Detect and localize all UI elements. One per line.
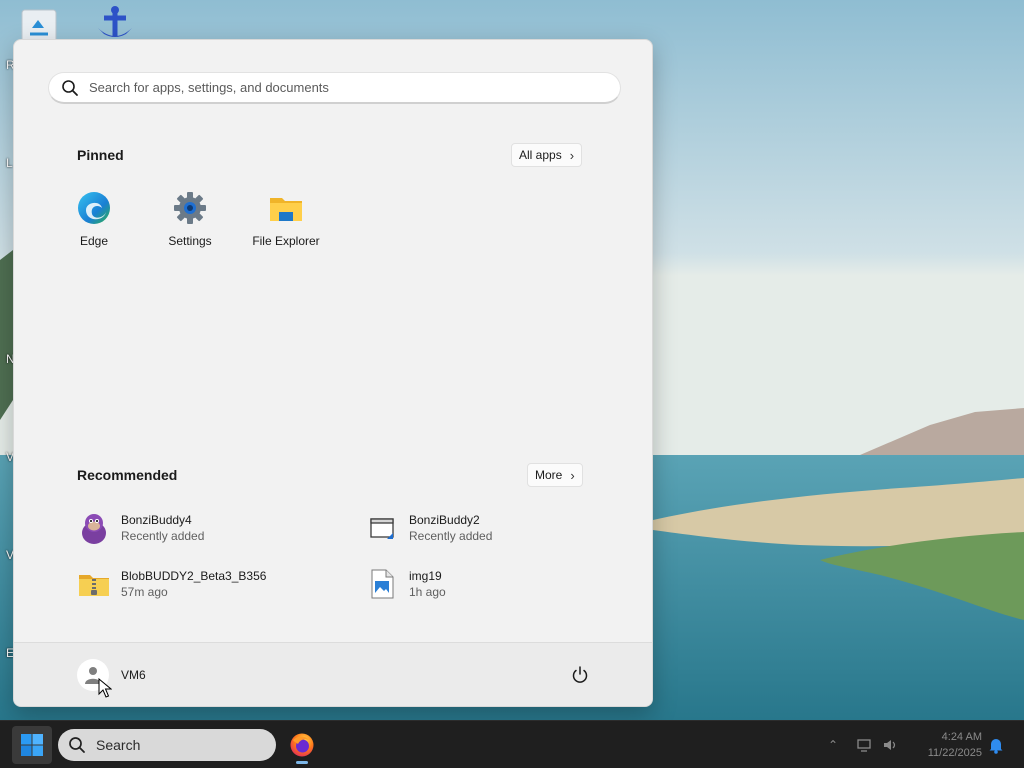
- taskbar-app-firefox[interactable]: [282, 725, 322, 765]
- recommended-item-img19[interactable]: img19 1h ago: [365, 564, 635, 604]
- folder-icon: [270, 198, 302, 221]
- more-label: More: [535, 468, 563, 482]
- windows-logo-icon: [21, 734, 43, 756]
- search-icon: [69, 737, 85, 753]
- more-button[interactable]: More ›: [527, 463, 583, 487]
- power-icon[interactable]: [570, 665, 590, 685]
- pinned-app-label: Settings: [168, 234, 212, 248]
- running-indicator: [296, 761, 308, 764]
- pinned-app-label: Edge: [79, 234, 109, 248]
- start-button[interactable]: [12, 726, 52, 764]
- chevron-up-icon[interactable]: ⌃: [828, 738, 838, 752]
- chevron-right-icon: ›: [570, 467, 575, 483]
- volume-icon[interactable]: [882, 737, 898, 753]
- settings-gear-icon: [174, 192, 206, 224]
- bonzi-gorilla-icon: [82, 514, 106, 544]
- taskbar: Search ⌃ 4:24 AM 11/22/2025: [0, 720, 1024, 768]
- pinned-app-label: File Explorer: [252, 234, 320, 248]
- clock-time: 4:24 AM: [941, 731, 982, 743]
- shortcut-window-icon: [370, 518, 394, 539]
- recommended-title: Recommended: [77, 467, 178, 483]
- taskbar-clock[interactable]: 4:24 AM 11/22/2025: [912, 729, 982, 761]
- edge-icon: [78, 192, 110, 224]
- desktop-label-fragment: L: [6, 156, 13, 170]
- clock-date: 11/22/2025: [927, 747, 982, 759]
- taskbar-search-label: Search: [96, 737, 141, 753]
- recommended-item-subtitle: 1h ago: [409, 585, 446, 599]
- chevron-right-icon: ›: [569, 147, 575, 163]
- recommended-item-subtitle: 57m ago: [121, 585, 168, 599]
- anchor-app-icon[interactable]: [88, 4, 142, 44]
- network-icon[interactable]: [856, 737, 872, 753]
- system-tray: ⌃: [828, 721, 898, 768]
- pinned-app-settings[interactable]: Settings: [142, 188, 238, 258]
- search-placeholder: Search for apps, settings, and documents: [89, 80, 329, 95]
- recommended-item-subtitle: Recently added: [409, 529, 493, 543]
- mouse-cursor-icon: [98, 678, 112, 698]
- all-apps-label: All apps: [519, 148, 562, 162]
- search-icon: [62, 79, 78, 96]
- recommended-item-blobbuddy2[interactable]: BlobBUDDY2_Beta3_B356 57m ago: [77, 564, 347, 604]
- pinned-app-file-explorer[interactable]: File Explorer: [238, 188, 334, 258]
- recommended-item-bonzibuddy4[interactable]: BonziBuddy4 Recently added: [77, 508, 347, 548]
- start-menu: Search for apps, settings, and documents…: [13, 39, 653, 707]
- start-search-input[interactable]: Search for apps, settings, and documents: [48, 72, 621, 104]
- recommended-item-name: img19: [409, 569, 442, 583]
- image-file-icon: [371, 569, 394, 599]
- recommended-item-subtitle: Recently added: [121, 529, 205, 543]
- zip-folder-icon: [79, 575, 109, 596]
- firefox-icon: [290, 733, 314, 757]
- pinned-title: Pinned: [77, 147, 124, 163]
- recommended-item-name: BlobBUDDY2_Beta3_B356: [121, 569, 267, 583]
- notification-bell-icon[interactable]: [988, 736, 1004, 754]
- recommended-item-bonzibuddy2[interactable]: BonziBuddy2 Recently added: [365, 508, 635, 548]
- recommended-item-name: BonziBuddy4: [121, 513, 192, 527]
- all-apps-button[interactable]: All apps ›: [511, 143, 583, 167]
- user-name: VM6: [121, 668, 146, 682]
- pinned-app-edge[interactable]: Edge: [46, 188, 142, 258]
- recommended-item-name: BonziBuddy2: [409, 513, 480, 527]
- taskbar-search-box[interactable]: Search: [58, 729, 276, 761]
